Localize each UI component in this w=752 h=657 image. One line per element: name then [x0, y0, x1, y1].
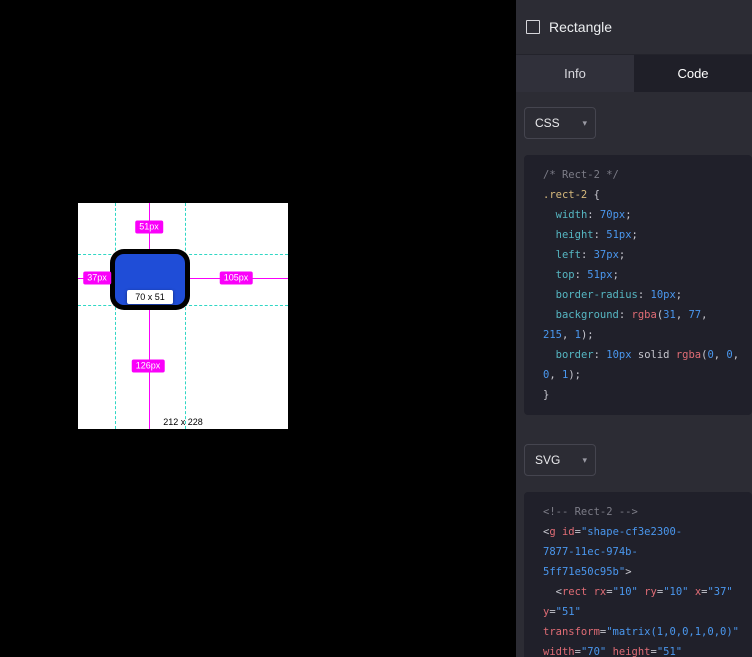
code-line: background: rgba(31, 77, — [543, 305, 748, 325]
code-line: border-radius: 10px; — [543, 285, 748, 305]
code-line: width="70" height="51" — [543, 642, 748, 657]
code-line: 0, 1); — [543, 365, 748, 385]
code-line: 7877-11ec-974b- — [543, 542, 748, 562]
guide-line-shape-left — [115, 203, 116, 429]
code-line: top: 51px; — [543, 265, 748, 285]
measure-label-bottom: 126px — [132, 360, 165, 373]
code-line: 5ff71e50c95b"> — [543, 562, 748, 582]
css-code-block: /* Rect-2 */.rect-2 { width: 70px; heigh… — [524, 155, 752, 415]
artboard[interactable]: 70 x 51 51px 37px 105px 126px 212 x 228 — [78, 203, 288, 429]
code-line: border: 10px solid rgba(0, 0, — [543, 345, 748, 365]
code-line: <rect rx="10" ry="10" x="37" — [543, 582, 748, 602]
measure-label-left: 37px — [83, 272, 111, 285]
rectangle-icon — [526, 20, 540, 34]
layer-header: Rectangle — [516, 0, 752, 54]
code-line: 215, 1); — [543, 325, 748, 345]
svg-code-block: <!-- Rect-2 --><g id="shape-cf3e2300-787… — [524, 492, 752, 657]
chevron-down-icon: ▾ — [582, 455, 587, 466]
svg-format-select[interactable]: SVG ▾ — [524, 444, 596, 476]
code-line: <!-- Rect-2 --> — [543, 502, 748, 522]
tab-code[interactable]: Code — [634, 55, 752, 92]
guide-line-shape-right — [185, 203, 186, 429]
measure-label-top: 51px — [135, 221, 163, 234]
design-workspace: 70 x 51 51px 37px 105px 126px 212 x 228 … — [0, 0, 752, 657]
code-line: y="51" — [543, 602, 748, 622]
sidebar-tabs: Info Code — [516, 54, 752, 92]
measure-label-right: 105px — [220, 272, 253, 285]
svg-format-value: SVG — [535, 453, 560, 467]
tab-info[interactable]: Info — [516, 55, 634, 92]
code-line: /* Rect-2 */ — [543, 165, 748, 185]
shape-size-tooltip: 70 x 51 — [127, 290, 173, 304]
code-line: left: 37px; — [543, 245, 748, 265]
code-line: height: 51px; — [543, 225, 748, 245]
layer-title: Rectangle — [549, 19, 612, 35]
code-line: width: 70px; — [543, 205, 748, 225]
right-sidebar: Rectangle Info Code CSS ▾ /* Rect-2 */.r… — [516, 0, 752, 657]
code-line: } — [543, 385, 748, 405]
css-format-value: CSS — [535, 116, 560, 130]
code-line: .rect-2 { — [543, 185, 748, 205]
artboard-size-label: 212 x 228 — [78, 417, 288, 427]
code-line: <g id="shape-cf3e2300- — [543, 522, 748, 542]
code-line: transform="matrix(1,0,0,1,0,0)" — [543, 622, 748, 642]
chevron-down-icon: ▾ — [582, 118, 587, 129]
css-format-select[interactable]: CSS ▾ — [524, 107, 596, 139]
